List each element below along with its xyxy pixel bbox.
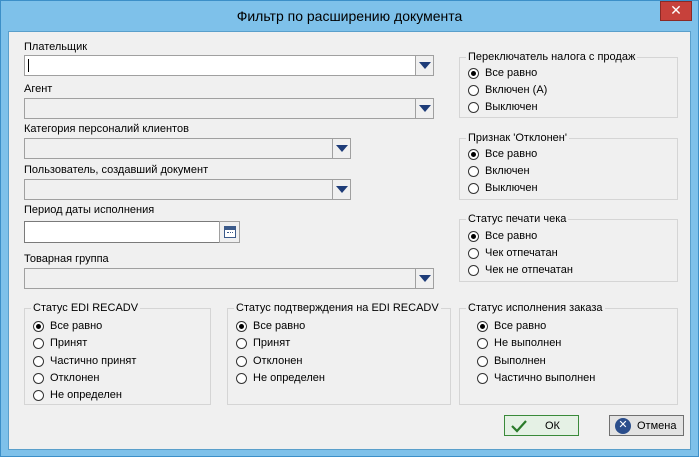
- radio-label: Принят: [50, 337, 88, 349]
- receipt-print-title: Статус печати чека: [466, 213, 569, 225]
- close-circle-icon: ✕: [615, 418, 631, 434]
- ok-label: ОК: [545, 420, 560, 432]
- calendar-button[interactable]: [219, 221, 240, 243]
- radio-label: Частично принят: [50, 355, 137, 367]
- text-cursor: [28, 59, 29, 72]
- radio-icon: [33, 373, 44, 384]
- radio-icon: [477, 338, 488, 349]
- radio-label: Выключен: [485, 182, 538, 194]
- edi-recadv-title: Статус EDI RECADV: [31, 302, 141, 314]
- edi-confirm-title: Статус подтверждения на EDI RECADV: [234, 302, 441, 314]
- radio-label: Все равно: [485, 67, 538, 79]
- payer-combobox[interactable]: [24, 55, 434, 76]
- rejected-title: Признак 'Отклонен': [466, 132, 569, 144]
- chevron-down-icon[interactable]: [415, 56, 433, 75]
- radio-icon: [468, 183, 479, 194]
- product-group-combobox[interactable]: [24, 268, 434, 289]
- radio-label: Все равно: [50, 320, 103, 332]
- radio-label: Включен (А): [485, 84, 548, 96]
- radio-label: Не определен: [253, 372, 325, 384]
- radio-selected-icon: [468, 231, 479, 242]
- radio-label: Чек не отпечатан: [485, 264, 573, 276]
- sales-tax-title: Переключатель налога с продаж: [466, 51, 638, 63]
- checkmark-icon: [511, 420, 527, 433]
- cancel-label: Отмена: [637, 420, 677, 432]
- radio-icon: [477, 356, 488, 367]
- radio-icon: [468, 85, 479, 96]
- radio-icon: [236, 338, 247, 349]
- execution-period-input[interactable]: [24, 221, 240, 243]
- radio-icon: [468, 265, 479, 276]
- radio-label: Отклонен: [50, 372, 100, 384]
- chevron-down-icon[interactable]: [415, 269, 433, 288]
- edi-confirm-group: Статус подтверждения на EDI RECADV Все р…: [227, 302, 451, 405]
- edi-recadv-group: Статус EDI RECADV Все равно Принят Части…: [24, 302, 211, 405]
- dialog-body: Плательщик Агент Категория персоналий кл…: [8, 31, 691, 450]
- radio-label: Все равно: [485, 230, 538, 242]
- chevron-down-icon[interactable]: [332, 180, 350, 199]
- creator-user-label: Пользователь, создавший документ: [24, 164, 209, 176]
- radio-label: Все равно: [485, 148, 538, 160]
- radio-label: Выполнен: [494, 355, 546, 367]
- payer-label: Плательщик: [24, 41, 88, 53]
- radio-label: Чек отпечатан: [485, 247, 558, 259]
- radio-icon: [33, 356, 44, 367]
- radio-selected-icon: [468, 68, 479, 79]
- receipt-print-group: Статус печати чека Все равно Чек отпечат…: [459, 213, 678, 282]
- creator-user-combobox[interactable]: [24, 179, 351, 200]
- radio-label: Отклонен: [253, 355, 303, 367]
- radio-icon: [477, 373, 488, 384]
- radio-selected-icon: [33, 321, 44, 332]
- ok-button[interactable]: ОК: [504, 415, 579, 436]
- radio-label: Не выполнен: [494, 337, 562, 349]
- radio-label: Включен: [485, 165, 530, 177]
- radio-label: Не определен: [50, 389, 122, 401]
- radio-icon: [33, 390, 44, 401]
- radio-selected-icon: [477, 321, 488, 332]
- rejected-group: Признак 'Отклонен' Все равно Включен Вык…: [459, 132, 678, 200]
- radio-label: Все равно: [494, 320, 547, 332]
- radio-selected-icon: [236, 321, 247, 332]
- chevron-down-icon[interactable]: [332, 139, 350, 158]
- order-exec-title: Статус исполнения заказа: [466, 302, 605, 314]
- radio-icon: [468, 248, 479, 259]
- agent-combobox[interactable]: [24, 98, 434, 119]
- filter-dialog: Фильтр по расширению документа ✕ Платель…: [0, 0, 699, 457]
- radio-label: Принят: [253, 337, 291, 349]
- product-group-label: Товарная группа: [24, 253, 109, 265]
- agent-label: Агент: [24, 83, 53, 95]
- order-exec-group: Статус исполнения заказа Все равно Не вы…: [459, 302, 678, 405]
- radio-icon: [468, 166, 479, 177]
- radio-label: Частично выполнен: [494, 372, 596, 384]
- cancel-button[interactable]: ✕ Отмена: [609, 415, 684, 436]
- radio-label: Все равно: [253, 320, 306, 332]
- personal-category-combobox[interactable]: [24, 138, 351, 159]
- execution-period-label: Период даты исполнения: [24, 204, 155, 216]
- radio-label: Выключен: [485, 101, 538, 113]
- radio-icon: [33, 338, 44, 349]
- close-button[interactable]: ✕: [660, 1, 692, 21]
- calendar-icon: [224, 226, 236, 238]
- radio-icon: [236, 373, 247, 384]
- radio-selected-icon: [468, 149, 479, 160]
- personal-category-label: Категория персоналий клиентов: [24, 123, 189, 135]
- sales-tax-group: Переключатель налога с продаж Все равно …: [459, 51, 678, 118]
- radio-icon: [468, 102, 479, 113]
- title-bar[interactable]: Фильтр по расширению документа ✕: [1, 1, 698, 31]
- window-title: Фильтр по расширению документа: [236, 8, 463, 24]
- chevron-down-icon[interactable]: [415, 99, 433, 118]
- radio-icon: [236, 356, 247, 367]
